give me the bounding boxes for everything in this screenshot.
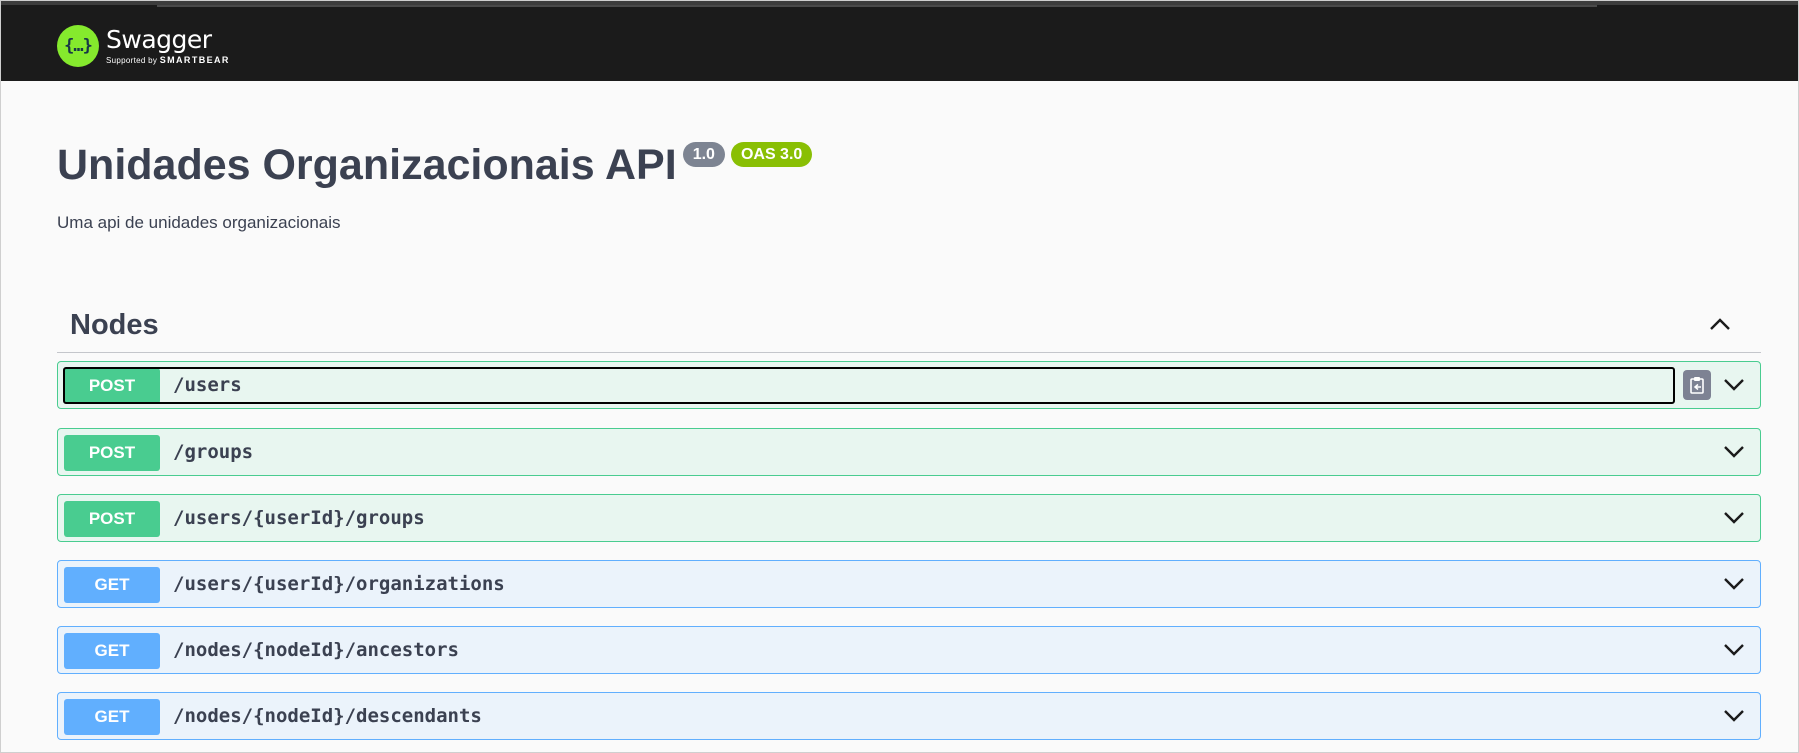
focus-outline [63,367,1675,404]
api-title: Unidades Organizacionais API [57,141,677,189]
top-bar-strip [157,5,1597,7]
top-bar: {…} Swagger Supported by SMARTBEAR [1,1,1798,81]
clipboard-icon[interactable] [1683,370,1711,400]
version-badge: 1.0 [682,142,725,167]
supported-by-label: Supported by [106,56,158,65]
oas-badge: OAS 3.0 [730,142,813,167]
operation-post-groups[interactable]: POST /groups [57,428,1761,476]
operation-path: /groups [173,441,254,463]
swagger-logo[interactable]: {…} Swagger Supported by SMARTBEAR [57,22,230,70]
swagger-logo-text: Swagger Supported by SMARTBEAR [106,26,230,66]
chevron-up-icon[interactable] [1707,311,1733,337]
method-badge: GET [64,633,160,669]
api-description: Uma api de unidades organizacionais [57,213,341,232]
operation-post-user-groups[interactable]: POST /users/{userId}/groups [57,494,1761,542]
operation-get-node-descendants[interactable]: GET /nodes/{nodeId}/descendants [57,692,1761,740]
chevron-down-icon[interactable] [1722,640,1746,660]
operation-post-users[interactable]: POST /users [57,361,1761,409]
chevron-down-icon[interactable] [1722,442,1746,462]
chevron-down-icon[interactable] [1722,508,1746,528]
method-badge: POST [64,435,160,471]
swagger-logo-icon: {…} [57,25,99,67]
method-badge: GET [64,699,160,735]
supported-by: Supported by SMARTBEAR [106,55,230,66]
operation-get-node-ancestors[interactable]: GET /nodes/{nodeId}/ancestors [57,626,1761,674]
swagger-page: {…} Swagger Supported by SMARTBEAR Unida… [0,0,1799,753]
operation-get-user-organizations[interactable]: GET /users/{userId}/organizations [57,560,1761,608]
operation-path: /users/{userId}/organizations [173,573,505,595]
tag-name: Nodes [70,309,159,341]
chevron-down-icon[interactable] [1722,574,1746,594]
chevron-down-icon[interactable] [1722,375,1746,395]
brand-name: Swagger [106,25,212,54]
api-title-row: Unidades Organizacionais API 1.0 OAS 3.0 [57,139,813,191]
chevron-down-icon[interactable] [1722,706,1746,726]
operation-path: /nodes/{nodeId}/ancestors [173,639,459,661]
operation-path: /nodes/{nodeId}/descendants [173,705,482,727]
method-badge: POST [64,501,160,537]
tag-section-header[interactable]: Nodes [57,297,1761,353]
method-badge: GET [64,567,160,603]
operation-path: /users/{userId}/groups [173,507,425,529]
company-name: SMARTBEAR [159,55,230,65]
